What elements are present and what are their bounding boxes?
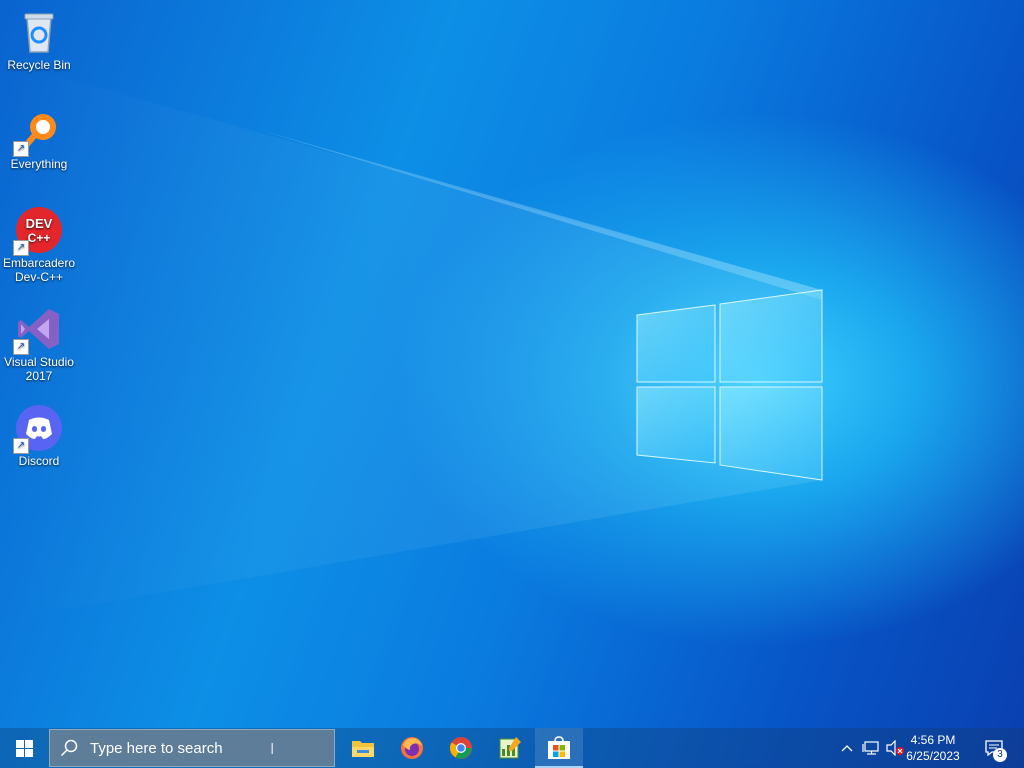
desktop-icon-dev-cpp[interactable]: DEV C++ ↗ Embarcadero Dev-C++ xyxy=(2,200,76,284)
desktop-icon-label: Discord xyxy=(18,454,60,468)
desktop-icon-discord[interactable]: ↗ Discord xyxy=(2,398,76,468)
search-icon xyxy=(60,739,80,757)
microsoft-store-icon xyxy=(548,736,570,759)
firefox-icon xyxy=(401,737,423,759)
dev-cpp-icon: DEV C++ ↗ xyxy=(13,206,63,256)
search-placeholder: Type here to search xyxy=(90,739,223,757)
taskbar-microsoft-store[interactable] xyxy=(535,728,583,768)
taskbar-file-explorer[interactable] xyxy=(339,728,387,768)
discord-icon: ↗ xyxy=(13,404,63,454)
desktop-icon-visual-studio[interactable]: ↗ Visual Studio 2017 xyxy=(2,299,76,383)
taskbar-chrome[interactable] xyxy=(437,728,485,768)
desktop-icon-label: Embarcadero Dev-C++ xyxy=(2,256,76,284)
action-center-button[interactable]: 3 xyxy=(978,728,1010,768)
taskbar-clock[interactable]: 4:56 PM 6/25/2023 xyxy=(898,732,968,764)
shortcut-arrow-icon: ↗ xyxy=(13,339,29,355)
file-explorer-icon xyxy=(352,741,374,757)
shortcut-arrow-icon: ↗ xyxy=(13,240,29,256)
svg-text:C++: C++ xyxy=(28,231,51,245)
taskbar-firefox[interactable] xyxy=(388,728,436,768)
show-hidden-icons-button[interactable] xyxy=(838,728,856,768)
desktop-icon-recycle-bin[interactable]: Recycle Bin xyxy=(2,2,76,72)
text-cursor-icon: I xyxy=(270,741,275,758)
svg-text:DEV: DEV xyxy=(26,216,53,231)
everything-search-icon: ↗ xyxy=(13,107,63,157)
chevron-up-icon xyxy=(841,745,853,752)
clock-time: 4:56 PM xyxy=(910,733,956,747)
chrome-icon xyxy=(450,737,472,759)
network-icon xyxy=(862,741,879,755)
windows-start-icon xyxy=(15,739,33,757)
shortcut-arrow-icon: ↗ xyxy=(13,438,29,454)
taskbar-search-box[interactable]: Type here to search I xyxy=(49,729,335,767)
desktop-icon-label: Everything xyxy=(10,157,68,171)
start-button[interactable] xyxy=(0,728,48,768)
shortcut-arrow-icon: ↗ xyxy=(13,141,29,157)
desktop-icon-label: Visual Studio 2017 xyxy=(4,355,74,383)
desktop-icon-label: Recycle Bin xyxy=(7,58,71,72)
notepad-app-icon xyxy=(499,737,521,759)
taskbar-notepad-app[interactable] xyxy=(486,728,534,768)
clock-date: 6/25/2023 xyxy=(906,749,960,763)
visual-studio-icon: ↗ xyxy=(13,305,63,355)
recycle-bin-icon xyxy=(15,8,63,56)
taskbar: Type here to search I 4:56 PM 6/25/2023 … xyxy=(0,728,1024,768)
notification-badge: 3 xyxy=(993,748,1007,762)
network-button[interactable] xyxy=(860,728,882,768)
windows-logo-wallpaper xyxy=(0,60,823,620)
desktop-icon-everything[interactable]: ↗ Everything xyxy=(2,101,76,171)
